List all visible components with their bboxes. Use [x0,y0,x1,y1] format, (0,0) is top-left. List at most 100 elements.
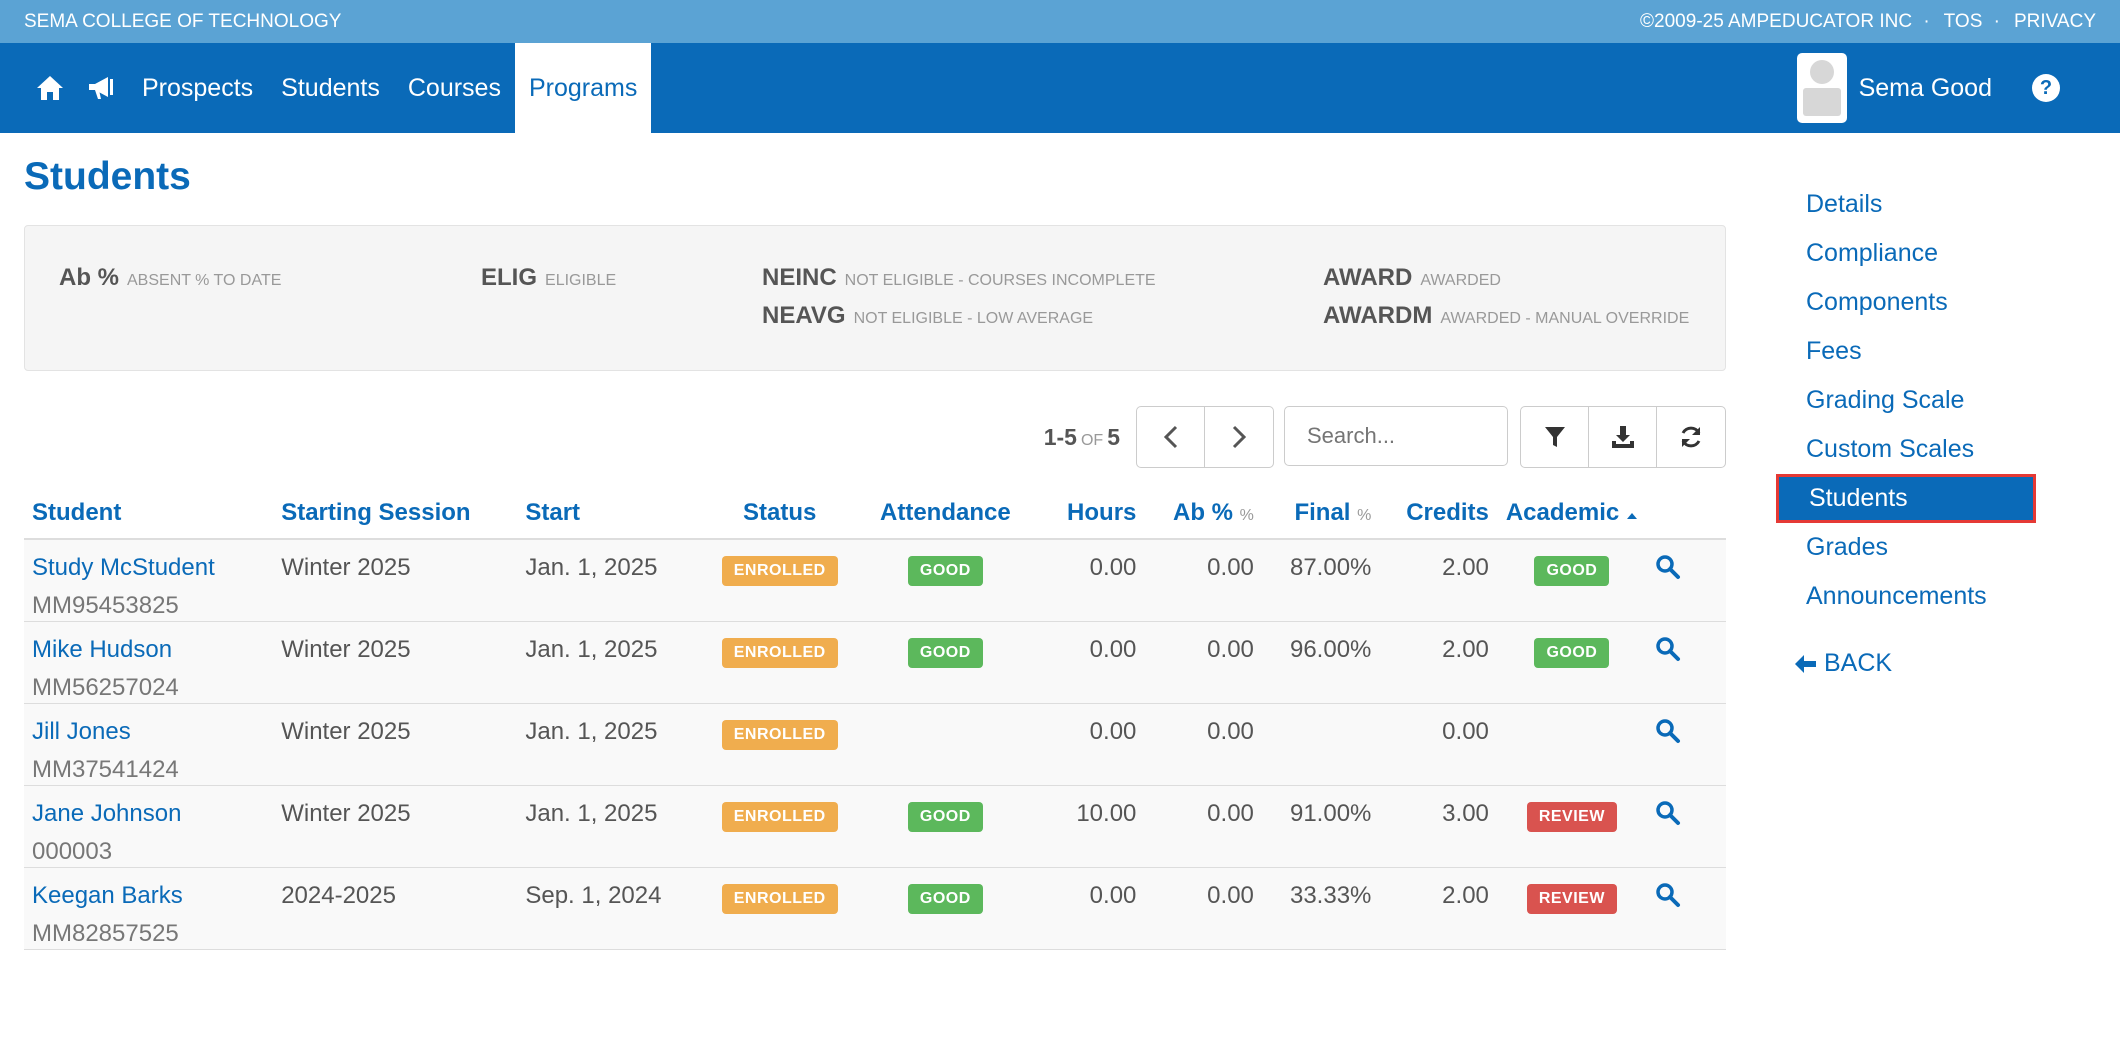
back-label: BACK [1824,649,1893,677]
col-status[interactable]: Status [695,488,864,540]
sidebar-item-announcements[interactable]: Announcements [1776,572,2036,621]
back-button[interactable]: BACK [1776,649,2036,678]
top-bar-links: ©2009-25 AMPEDUCATOR INC · TOS · PRIVACY [1634,11,2096,33]
cell-ab: 0.00 [1144,703,1262,786]
prev-page-button[interactable] [1137,407,1205,467]
pager-buttons [1136,406,1274,468]
refresh-icon [1681,426,1701,448]
sidebar-item-grades[interactable]: Grades [1776,523,2036,572]
filter-button[interactable] [1521,407,1589,467]
search-icon[interactable] [1655,636,1681,668]
legend-item: Ab % ABSENT % TO DATE [59,264,282,291]
bullhorn-icon[interactable] [76,43,128,133]
separator: · [1993,10,2000,32]
academic-badge: GOOD [1534,556,1610,586]
cell-actions [1646,703,1726,786]
nav-prospects[interactable]: Prospects [128,43,267,133]
cell-session: Winter 2025 [273,703,518,786]
col-academic[interactable]: Academic [1496,488,1647,540]
student-name-link[interactable]: Jill Jones [32,718,265,746]
nav-programs[interactable]: Programs [514,43,652,133]
help-icon[interactable]: ? [2032,74,2060,102]
cell-start: Jan. 1, 2025 [517,785,696,868]
cell-hours: 0.00 [1026,621,1145,704]
search-icon[interactable] [1655,555,1681,586]
sidebar-item-details[interactable]: Details [1776,180,2036,229]
home-icon[interactable] [24,43,76,133]
cell-start: Jan. 1, 2025 [517,539,696,622]
copyright: ©2009-25 AMPEDUCATOR INC [1640,10,1913,32]
cell-hours: 0.00 [1026,703,1145,786]
student-name-link[interactable]: Study McStudent [32,554,265,582]
user-name[interactable]: Sema Good [1859,74,1992,103]
cell-final: 91.00% [1261,785,1380,868]
next-page-button[interactable] [1205,407,1273,467]
table-row: Mike Hudson MM56257024 Winter 2025 Jan. … [24,621,1726,704]
cell-final [1261,703,1380,786]
legend-item: ELIG ELIGIBLE [481,264,617,291]
table-row: Study McStudent MM95453825 Winter 2025 J… [24,539,1726,622]
chevron-left-icon [1163,425,1177,449]
student-id: MM95453825 [32,592,179,619]
cell-student: Mike Hudson MM56257024 [24,621,274,704]
col-ab[interactable]: Ab % % [1144,488,1262,540]
legend-item: NEAVG NOT ELIGIBLE - LOW AVERAGE [762,302,1094,329]
sidebar-item-fees[interactable]: Fees [1776,327,2036,376]
col-attendance[interactable]: Attendance [863,488,1027,540]
col-student[interactable]: Student [24,488,274,540]
academic-badge: REVIEW [1526,883,1617,914]
col-actions [1646,488,1726,540]
attendance-badge: GOOD [907,883,983,914]
table-header-row: Student Starting Session Start Status At… [24,488,1726,540]
download-button[interactable] [1589,407,1657,467]
cell-status: ENROLLED [695,867,864,950]
search-input[interactable] [1284,406,1508,466]
tos-link[interactable]: TOS [1944,11,1983,32]
search-icon[interactable] [1655,718,1681,750]
sidebar-item-students[interactable]: Students [1776,474,2036,523]
cell-status: ENROLLED [695,539,864,622]
col-credits[interactable]: Credits [1379,488,1497,540]
student-name-link[interactable]: Mike Hudson [32,636,265,664]
chevron-right-icon [1232,425,1247,449]
table-row: Jill Jones MM37541424 Winter 2025 Jan. 1… [24,703,1726,786]
cell-student: Jane Johnson 000003 [24,785,274,868]
download-icon [1611,426,1634,448]
cell-status: ENROLLED [695,621,864,704]
privacy-link[interactable]: PRIVACY [2014,11,2096,32]
cell-attendance: GOOD [863,867,1027,950]
cell-credits: 2.00 [1379,867,1497,950]
col-start[interactable]: Start [517,488,696,540]
col-hours[interactable]: Hours [1026,488,1145,540]
cell-actions [1646,539,1726,622]
table-row: Keegan Barks MM82857525 2024-2025 Sep. 1… [24,867,1726,950]
student-name-link[interactable]: Keegan Barks [32,882,265,910]
cell-actions [1646,785,1726,868]
search-icon[interactable] [1655,800,1681,832]
user-menu[interactable]: Sema Good ? [1796,43,2060,133]
sidebar-item-components[interactable]: Components [1776,278,2036,327]
nav-courses[interactable]: Courses [394,43,515,133]
cell-hours: 0.00 [1026,867,1145,950]
student-id: MM82857525 [32,919,179,947]
sidebar-item-custom-scales[interactable]: Custom Scales [1776,425,2036,474]
search-icon[interactable] [1655,882,1681,914]
sidebar-item-grading-scale[interactable]: Grading Scale [1776,376,2036,425]
top-bar: SEMA COLLEGE OF TECHNOLOGY ©2009-25 AMPE… [0,0,2120,43]
school-name: SEMA COLLEGE OF TECHNOLOGY [24,10,342,32]
nav-students[interactable]: Students [267,43,394,133]
student-name-link[interactable]: Jane Johnson [32,800,265,828]
status-badge: ENROLLED [721,556,838,586]
page-title: Students [24,155,191,198]
cell-student: Jill Jones MM37541424 [24,703,274,786]
refresh-button[interactable] [1657,407,1725,467]
col-session[interactable]: Starting Session [273,488,518,540]
avatar[interactable] [1796,53,1847,123]
cell-session: Winter 2025 [273,785,518,868]
col-final[interactable]: Final % [1261,488,1380,540]
legend-item: AWARD AWARDED [1323,264,1501,291]
cell-credits: 2.00 [1379,621,1497,704]
sidebar-item-compliance[interactable]: Compliance [1776,229,2036,278]
cell-credits: 0.00 [1379,703,1497,786]
status-badge: ENROLLED [721,801,838,832]
